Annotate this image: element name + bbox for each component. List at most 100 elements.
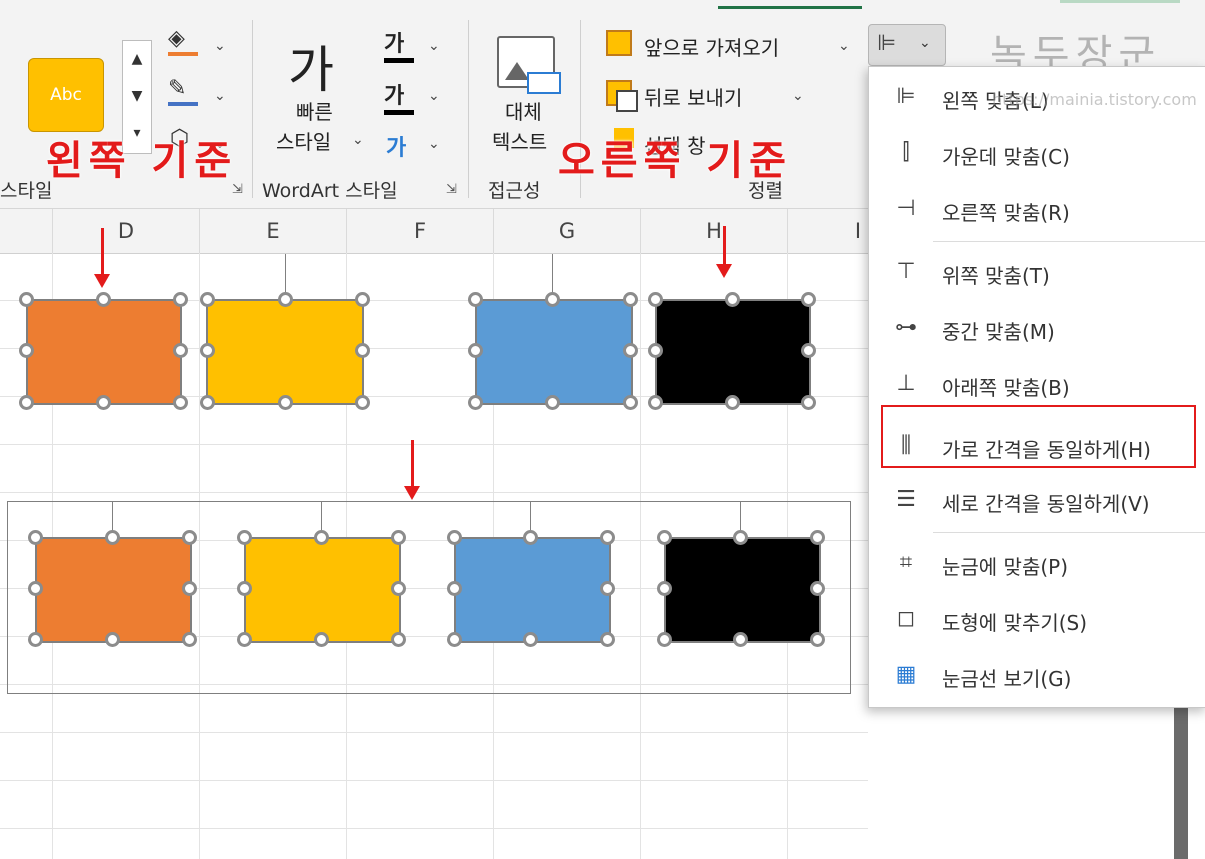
- resize-handle[interactable]: [468, 343, 483, 358]
- black-rectangle-top[interactable]: [655, 299, 811, 405]
- resize-handle[interactable]: [657, 581, 672, 596]
- resize-handle[interactable]: [28, 632, 43, 647]
- scroll-down-icon[interactable]: ▼: [123, 78, 151, 115]
- chevron-down-icon[interactable]: ⌄: [428, 136, 440, 152]
- column-header-e[interactable]: E: [200, 209, 347, 253]
- alt-text-icon[interactable]: [497, 36, 561, 94]
- resize-handle[interactable]: [200, 343, 215, 358]
- resize-handle[interactable]: [278, 292, 293, 307]
- dialog-launcher-icon[interactable]: ⇲: [446, 182, 457, 197]
- resize-handle[interactable]: [545, 395, 560, 410]
- resize-handle[interactable]: [733, 632, 748, 647]
- menu-item-align-right[interactable]: ⊣ 오른쪽 맞춤(R): [869, 182, 1205, 238]
- resize-handle[interactable]: [733, 530, 748, 545]
- text-fill-button[interactable]: 가: [384, 26, 414, 63]
- alt-text-label[interactable]: 대체: [505, 96, 542, 125]
- shape-outline-button[interactable]: ✎: [168, 78, 198, 106]
- resize-handle[interactable]: [200, 395, 215, 410]
- resize-handle[interactable]: [105, 632, 120, 647]
- menu-item-view-gridlines[interactable]: ▦ 눈금선 보기(G): [869, 648, 1205, 704]
- resize-handle[interactable]: [19, 395, 34, 410]
- resize-handle[interactable]: [600, 581, 615, 596]
- chevron-down-icon[interactable]: ⌄: [428, 38, 440, 54]
- resize-handle[interactable]: [648, 343, 663, 358]
- menu-item-align-top[interactable]: ⊤ 위쪽 맞춤(T): [869, 245, 1205, 301]
- menu-item-snap-to-grid[interactable]: ⌗ 눈금에 맞춤(P): [869, 536, 1205, 592]
- chevron-down-icon[interactable]: ⌄: [792, 88, 804, 104]
- text-effects-icon[interactable]: 가: [386, 130, 406, 162]
- resize-handle[interactable]: [182, 530, 197, 545]
- resize-handle[interactable]: [447, 632, 462, 647]
- column-header-g[interactable]: G: [494, 209, 641, 253]
- resize-handle[interactable]: [105, 530, 120, 545]
- resize-handle[interactable]: [447, 581, 462, 596]
- resize-handle[interactable]: [447, 530, 462, 545]
- column-header-d[interactable]: D: [53, 209, 200, 253]
- resize-handle[interactable]: [801, 343, 816, 358]
- resize-handle[interactable]: [237, 530, 252, 545]
- resize-handle[interactable]: [545, 292, 560, 307]
- orange-rectangle-bottom[interactable]: [35, 537, 192, 643]
- resize-handle[interactable]: [648, 292, 663, 307]
- resize-handle[interactable]: [600, 530, 615, 545]
- send-backward-button[interactable]: 뒤로 보내기: [644, 82, 742, 111]
- alt-text-label-2[interactable]: 텍스트: [492, 126, 547, 155]
- chevron-down-icon[interactable]: ⌄: [428, 88, 440, 104]
- resize-handle[interactable]: [623, 343, 638, 358]
- resize-handle[interactable]: [237, 632, 252, 647]
- send-backward-icon[interactable]: [606, 80, 638, 112]
- resize-handle[interactable]: [19, 343, 34, 358]
- chevron-down-icon[interactable]: ⌄: [214, 38, 226, 54]
- resize-handle[interactable]: [96, 292, 111, 307]
- chevron-down-icon[interactable]: ⌄: [214, 88, 226, 104]
- resize-handle[interactable]: [523, 530, 538, 545]
- resize-handle[interactable]: [810, 632, 825, 647]
- vertical-scrollbar[interactable]: [1174, 708, 1188, 859]
- orange-rectangle-top[interactable]: [26, 299, 182, 405]
- align-button[interactable]: ⊫ ⌄: [868, 24, 946, 66]
- resize-handle[interactable]: [657, 632, 672, 647]
- resize-handle[interactable]: [200, 292, 215, 307]
- resize-handle[interactable]: [648, 395, 663, 410]
- menu-item-distribute-vertically[interactable]: ☰ 세로 간격을 동일하게(V): [869, 473, 1205, 529]
- resize-handle[interactable]: [801, 395, 816, 410]
- column-header-c[interactable]: [0, 209, 53, 253]
- chevron-down-icon[interactable]: ⌄: [838, 38, 850, 54]
- resize-handle[interactable]: [801, 292, 816, 307]
- resize-handle[interactable]: [810, 530, 825, 545]
- resize-handle[interactable]: [725, 292, 740, 307]
- resize-handle[interactable]: [28, 530, 43, 545]
- resize-handle[interactable]: [810, 581, 825, 596]
- resize-handle[interactable]: [278, 395, 293, 410]
- resize-handle[interactable]: [391, 581, 406, 596]
- resize-handle[interactable]: [173, 343, 188, 358]
- resize-handle[interactable]: [314, 632, 329, 647]
- resize-handle[interactable]: [600, 632, 615, 647]
- resize-handle[interactable]: [468, 292, 483, 307]
- resize-handle[interactable]: [657, 530, 672, 545]
- resize-handle[interactable]: [623, 395, 638, 410]
- resize-handle[interactable]: [182, 632, 197, 647]
- column-header-h[interactable]: H: [641, 209, 788, 253]
- resize-handle[interactable]: [523, 632, 538, 647]
- menu-item-align-center[interactable]: ⫿ 가운데 맞춤(C): [869, 126, 1205, 182]
- column-header-f[interactable]: F: [347, 209, 494, 253]
- resize-handle[interactable]: [391, 530, 406, 545]
- yellow-rectangle-top[interactable]: [206, 299, 364, 405]
- resize-handle[interactable]: [19, 292, 34, 307]
- black-rectangle-bottom[interactable]: [664, 537, 821, 643]
- menu-item-snap-to-shape[interactable]: ◻ 도형에 맞추기(S): [869, 592, 1205, 648]
- resize-handle[interactable]: [355, 343, 370, 358]
- scroll-up-icon[interactable]: ▲: [123, 41, 151, 78]
- blue-rectangle-top[interactable]: [475, 299, 633, 405]
- resize-handle[interactable]: [96, 395, 111, 410]
- quick-styles-icon[interactable]: 가: [288, 30, 334, 102]
- resize-handle[interactable]: [182, 581, 197, 596]
- bring-forward-button[interactable]: 앞으로 가져오기: [644, 32, 779, 61]
- resize-handle[interactable]: [28, 581, 43, 596]
- resize-handle[interactable]: [391, 632, 406, 647]
- shape-fill-button[interactable]: ◈: [168, 28, 198, 56]
- resize-handle[interactable]: [237, 581, 252, 596]
- resize-handle[interactable]: [468, 395, 483, 410]
- chevron-down-icon[interactable]: ⌄: [352, 132, 364, 148]
